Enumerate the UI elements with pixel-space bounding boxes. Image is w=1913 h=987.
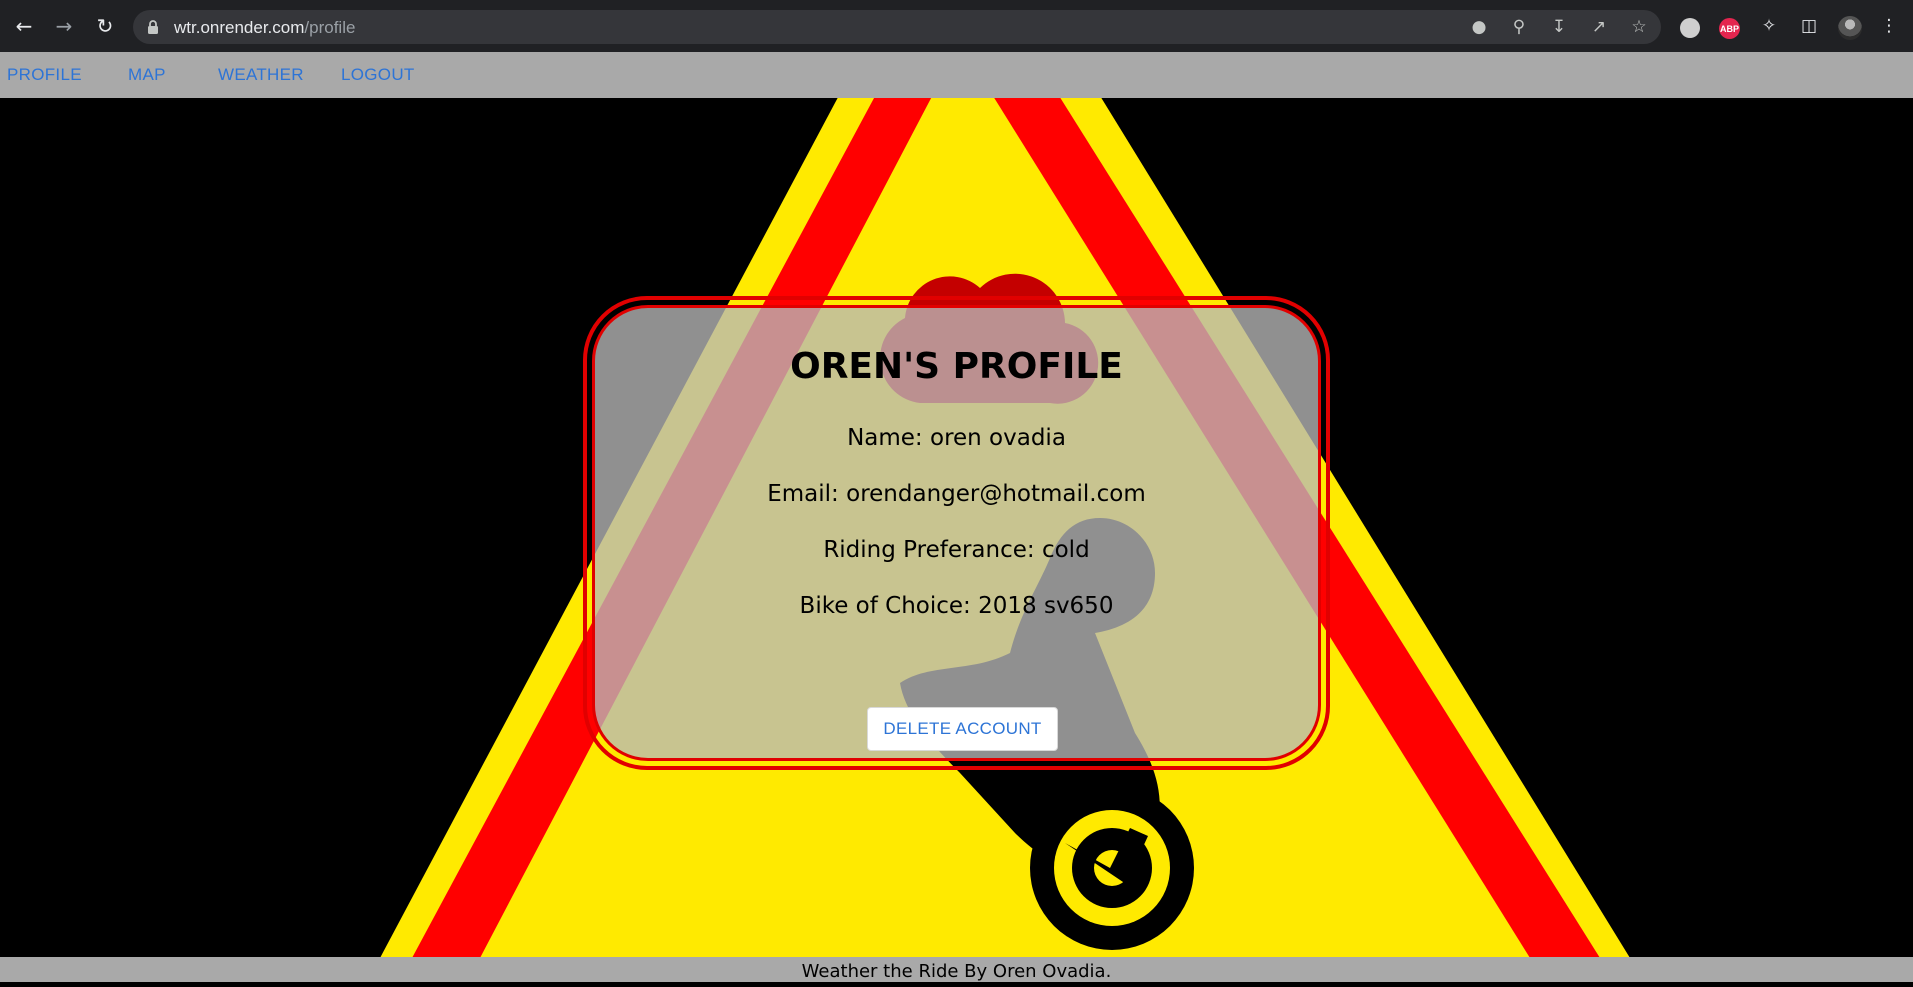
profile-avatar-icon[interactable] xyxy=(1838,16,1862,40)
back-icon[interactable]: ← xyxy=(13,15,35,37)
profile-card-inner: OREN'S PROFILE Name: oren ovadia Email: … xyxy=(592,305,1321,761)
profile-bike: Bike of Choice: 2018 sv650 xyxy=(799,593,1114,619)
location-icon[interactable]: ● xyxy=(1468,16,1490,38)
profile-riding-preference: Riding Preferance: cold xyxy=(823,537,1090,563)
hero-background: OREN'S PROFILE Name: oren ovadia Email: … xyxy=(0,98,1913,957)
reload-icon[interactable]: ↻ xyxy=(94,15,116,37)
forward-icon[interactable]: → xyxy=(53,15,75,37)
nav-profile-link[interactable]: PROFILE xyxy=(7,65,82,85)
install-icon[interactable]: ↧ xyxy=(1548,16,1570,38)
key-icon[interactable]: ⚲ xyxy=(1508,16,1530,38)
profile-title: OREN'S PROFILE xyxy=(790,346,1123,387)
bookmark-star-icon[interactable]: ☆ xyxy=(1628,16,1650,38)
menu-kebab-icon[interactable]: ⋮ xyxy=(1878,15,1900,37)
footer: Weather the Ride By Oren Ovadia. xyxy=(0,957,1913,982)
app-navbar: PROFILE MAP WEATHER LOGOUT xyxy=(0,52,1913,98)
extensions-puzzle-icon[interactable]: ✧ xyxy=(1758,15,1780,37)
extension-g-icon[interactable] xyxy=(1680,18,1700,38)
nav-map-link[interactable]: MAP xyxy=(128,65,166,85)
profile-email: Email: orendanger@hotmail.com xyxy=(767,481,1146,507)
side-panel-icon[interactable]: ◫ xyxy=(1798,15,1820,37)
url-path: /profile xyxy=(304,18,356,37)
address-bar[interactable]: wtr.onrender.com/profile ● ⚲ ↧ ↗ ☆ xyxy=(133,10,1661,44)
browser-toolbar: ← → ↻ wtr.onrender.com/profile ● ⚲ ↧ ↗ ☆… xyxy=(0,0,1913,52)
url-host: wtr.onrender.com xyxy=(174,18,305,37)
lock-icon xyxy=(148,20,158,34)
nav-weather-link[interactable]: WEATHER xyxy=(218,65,304,85)
adblock-icon[interactable]: ABP xyxy=(1719,18,1740,39)
url-text: wtr.onrender.com/profile xyxy=(174,18,355,37)
nav-logout-link[interactable]: LOGOUT xyxy=(341,65,415,85)
profile-name: Name: oren ovadia xyxy=(847,425,1066,451)
delete-account-button[interactable]: DELETE ACCOUNT xyxy=(867,707,1058,751)
share-icon[interactable]: ↗ xyxy=(1588,16,1610,38)
profile-card: OREN'S PROFILE Name: oren ovadia Email: … xyxy=(583,296,1330,770)
